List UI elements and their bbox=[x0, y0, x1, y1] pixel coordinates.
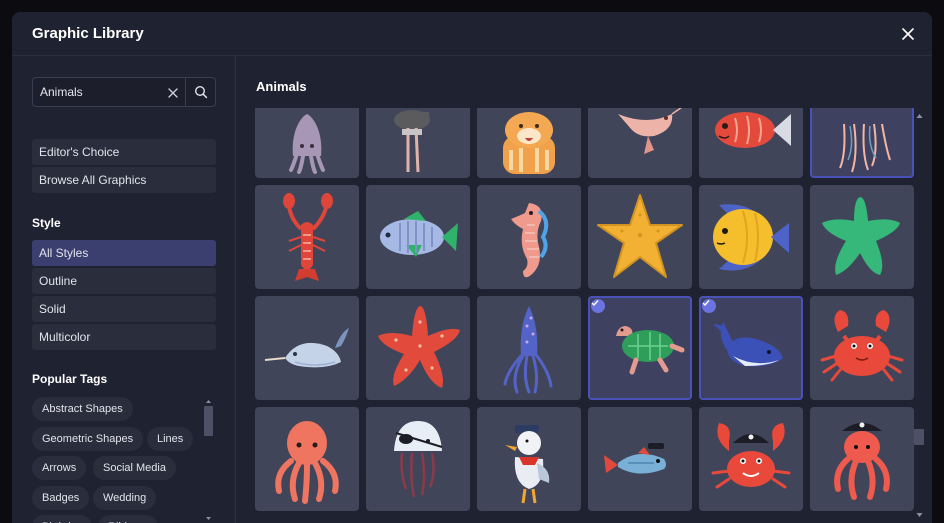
clear-icon bbox=[168, 88, 178, 98]
graphic-tile-pirate-octopus[interactable] bbox=[810, 407, 914, 511]
graphic-tile-narwhal[interactable] bbox=[255, 296, 359, 400]
tiger-graphic bbox=[503, 112, 555, 174]
tag-lines[interactable]: Lines bbox=[147, 427, 194, 451]
jellyfish-graphic bbox=[839, 123, 891, 173]
tag-birthday[interactable]: Birthday bbox=[32, 515, 93, 523]
grid-scrollbar[interactable] bbox=[913, 108, 925, 523]
red-fish-graphic bbox=[715, 112, 791, 148]
seagull-graphic bbox=[505, 425, 550, 504]
graphic-tile-turtle[interactable] bbox=[588, 296, 692, 400]
graphic-tile-seahorse[interactable] bbox=[477, 185, 581, 289]
tag-arrows[interactable]: Arrows bbox=[32, 456, 87, 480]
turtle-graphic bbox=[616, 326, 685, 375]
selected-check-icon bbox=[702, 299, 716, 313]
graphic-tile-lobster[interactable] bbox=[255, 185, 359, 289]
grid-scroll-down-arrow[interactable] bbox=[916, 513, 923, 517]
graphic-tile-starfish-green[interactable] bbox=[810, 185, 914, 289]
graphic-tile-pirate-jellyfish[interactable] bbox=[366, 407, 470, 511]
graphic-library-modal: Graphic Library Editor's Choice Brows bbox=[12, 12, 932, 523]
tag-badges[interactable]: Badges bbox=[32, 486, 90, 510]
browse-all-graphics-button[interactable]: Browse All Graphics bbox=[32, 167, 216, 193]
scroll-down-arrow[interactable] bbox=[206, 517, 211, 520]
style-all-styles[interactable]: All Styles bbox=[32, 240, 216, 266]
shrimp-graphic bbox=[618, 108, 682, 154]
style-outline[interactable]: Outline bbox=[32, 268, 216, 294]
graphic-tile-squid[interactable] bbox=[255, 108, 359, 178]
graphic-tile-whale[interactable] bbox=[699, 296, 803, 400]
graphic-tile-jellyfish[interactable] bbox=[810, 108, 914, 178]
grid-scroll-thumb[interactable] bbox=[914, 429, 924, 445]
graphic-tile-starfish-yellow[interactable] bbox=[588, 185, 692, 289]
tag-geometric-shapes[interactable]: Geometric Shapes bbox=[32, 427, 144, 451]
tag-wedding[interactable]: Wedding bbox=[93, 486, 157, 510]
scroll-up-arrow[interactable] bbox=[206, 400, 211, 403]
main-panel: Animals bbox=[237, 56, 932, 523]
style-solid[interactable]: Solid bbox=[32, 296, 216, 322]
search-input[interactable] bbox=[33, 78, 183, 106]
graphic-tile-shrimp[interactable] bbox=[588, 108, 692, 178]
category-title: Animals bbox=[256, 79, 307, 94]
grid-scroll-up-arrow[interactable] bbox=[916, 114, 923, 118]
popular-tags-heading: Popular Tags bbox=[32, 372, 108, 386]
octopus-graphic bbox=[275, 421, 339, 504]
pirate-jellyfish-graphic bbox=[394, 421, 443, 498]
tags-scroll-thumb[interactable] bbox=[204, 406, 213, 436]
graphic-tile-red-fish[interactable] bbox=[699, 108, 803, 178]
graphic-tile-crab[interactable] bbox=[810, 296, 914, 400]
style-heading: Style bbox=[32, 216, 61, 230]
selected-check-icon bbox=[591, 299, 605, 313]
search-button[interactable] bbox=[185, 78, 215, 106]
crab-graphic bbox=[820, 310, 904, 382]
close-button[interactable] bbox=[898, 24, 918, 44]
search-icon bbox=[194, 85, 207, 99]
blue-fish-graphic bbox=[380, 211, 458, 257]
tag-social-media[interactable]: Social Media bbox=[93, 456, 176, 480]
tags-scrollbar[interactable] bbox=[202, 396, 214, 523]
pirate-crab-graphic bbox=[711, 423, 791, 489]
clear-search-button[interactable] bbox=[167, 86, 179, 98]
ostrich-graphic bbox=[394, 110, 430, 173]
graphic-tile-pirate-fish[interactable] bbox=[588, 407, 692, 511]
whale-graphic bbox=[713, 322, 783, 367]
pirate-fish-graphic bbox=[604, 443, 666, 474]
graphic-tile-octopus[interactable] bbox=[255, 407, 359, 511]
squid-graphic bbox=[289, 114, 325, 174]
graphic-tile-pirate-crab[interactable] bbox=[699, 407, 803, 511]
graphic-tile-squid-blue[interactable] bbox=[477, 296, 581, 400]
graphic-tile-ostrich[interactable] bbox=[366, 108, 470, 178]
graphic-tile-starfish-red[interactable] bbox=[366, 296, 470, 400]
seahorse-graphic bbox=[511, 203, 549, 278]
lobster-graphic bbox=[283, 193, 333, 281]
modal-header: Graphic Library bbox=[12, 12, 932, 56]
graphic-tile-seagull[interactable] bbox=[477, 407, 581, 511]
narwhal-graphic bbox=[264, 328, 349, 368]
graphic-tile-blue-fish[interactable] bbox=[366, 185, 470, 289]
pirate-octopus-graphic bbox=[834, 422, 890, 500]
graphic-tile-tiger[interactable] bbox=[477, 108, 581, 178]
tags-list: Abstract Shapes Geometric Shapes Lines A… bbox=[32, 396, 222, 523]
yellow-fish-graphic bbox=[713, 204, 789, 271]
search-box bbox=[32, 77, 216, 107]
starfish-yellow-graphic bbox=[597, 194, 683, 278]
style-multicolor[interactable]: Multicolor bbox=[32, 324, 216, 350]
close-icon bbox=[902, 28, 914, 40]
editors-choice-button[interactable]: Editor's Choice bbox=[32, 139, 216, 165]
graphic-tile-yellow-fish[interactable] bbox=[699, 185, 803, 289]
starfish-red-graphic bbox=[378, 306, 460, 388]
starfish-green-graphic bbox=[822, 197, 900, 275]
graphics-grid bbox=[237, 108, 932, 523]
modal-title: Graphic Library bbox=[32, 25, 144, 42]
tag-ribbons[interactable]: Ribbons bbox=[98, 515, 159, 523]
tag-abstract-shapes[interactable]: Abstract Shapes bbox=[32, 397, 133, 421]
sidebar: Editor's Choice Browse All Graphics Styl… bbox=[12, 56, 236, 523]
squid-blue-graphic bbox=[503, 306, 553, 394]
